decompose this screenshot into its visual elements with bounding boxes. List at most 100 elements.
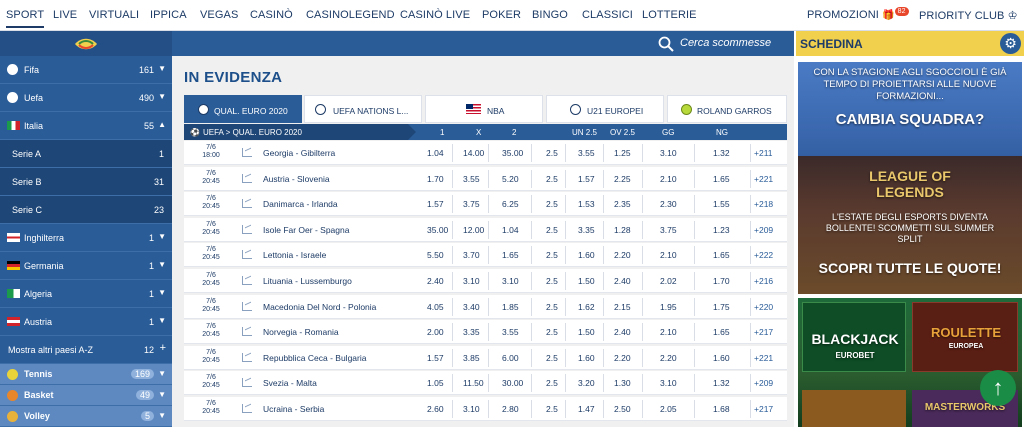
- more-markets[interactable]: +221: [754, 353, 773, 363]
- odd-over[interactable]: 2.40: [614, 276, 631, 286]
- odd-over[interactable]: 2.20: [614, 250, 631, 260]
- odd-under[interactable]: 1.60: [578, 353, 595, 363]
- sidebar-item-serie-c[interactable]: Serie C 23: [0, 196, 172, 224]
- sidebar-item-uefa[interactable]: Uefa 490 ▼: [0, 84, 172, 112]
- nav-casino-live[interactable]: CASINÒ LIVE: [400, 9, 470, 21]
- match-name[interactable]: Danimarca - Irlanda: [263, 199, 338, 209]
- schedina-header[interactable]: SCHEDINA ⚙: [796, 31, 1024, 56]
- sidebar-item-fifa[interactable]: Fifa 161 ▼: [0, 56, 172, 84]
- stats-icon[interactable]: [242, 173, 252, 183]
- more-markets[interactable]: +209: [754, 225, 773, 235]
- odd-2[interactable]: 1.85: [502, 302, 519, 312]
- nav-casinolegend[interactable]: CASINOLEGEND: [306, 9, 395, 21]
- match-name[interactable]: Isole Far Oer - Spagna: [263, 225, 349, 235]
- odd-2[interactable]: 3.55: [502, 327, 519, 337]
- more-markets[interactable]: +221: [754, 174, 773, 184]
- sidebar-item-italia[interactable]: Italia 55 ▲: [0, 112, 172, 140]
- banner-league-of-legends[interactable]: LEAGUE OF LEGENDS L'ESTATE DEGLI ESPORTS…: [798, 156, 1022, 294]
- odd-1[interactable]: 35.00: [427, 225, 448, 235]
- nav-promozioni[interactable]: PROMOZIONI 🎁 82: [807, 7, 909, 21]
- stats-icon[interactable]: [242, 378, 252, 388]
- odd-ng[interactable]: 1.65: [713, 174, 730, 184]
- odd-x[interactable]: 11.50: [463, 378, 484, 388]
- odd-ng[interactable]: 1.75: [713, 302, 730, 312]
- more-markets[interactable]: +217: [754, 404, 773, 414]
- odd-1[interactable]: 1.70: [427, 174, 444, 184]
- odd-gg[interactable]: 3.75: [660, 225, 677, 235]
- sidebar-item-inghilterra[interactable]: Inghilterra 1 ▼: [0, 224, 172, 252]
- odd-x[interactable]: 3.85: [463, 353, 480, 363]
- more-markets[interactable]: +222: [754, 250, 773, 260]
- nav-vegas[interactable]: VEGAS: [200, 9, 238, 21]
- odd-1[interactable]: 2.40: [427, 276, 444, 286]
- odd-gg[interactable]: 3.10: [660, 148, 677, 158]
- odd-2[interactable]: 1.65: [502, 250, 519, 260]
- odd-under[interactable]: 3.35: [578, 225, 595, 235]
- odd-1[interactable]: 2.00: [427, 327, 444, 337]
- odd-1[interactable]: 1.04: [427, 148, 444, 158]
- sidebar-item-serie-a[interactable]: Serie A 1: [0, 140, 172, 168]
- tab-u21-europei[interactable]: U21 EUROPEI: [546, 95, 664, 123]
- odd-under[interactable]: 1.57: [578, 174, 595, 184]
- odd-over[interactable]: 2.20: [614, 353, 631, 363]
- nav-classici[interactable]: CLASSICI: [582, 9, 633, 21]
- odd-under[interactable]: 1.47: [578, 404, 595, 414]
- odd-gg[interactable]: 2.02: [660, 276, 677, 286]
- odd-over[interactable]: 1.30: [614, 378, 631, 388]
- odd-x[interactable]: 14.00: [463, 148, 484, 158]
- nav-lotterie[interactable]: LOTTERIE: [642, 9, 697, 21]
- stats-icon[interactable]: [242, 352, 252, 362]
- nav-poker[interactable]: POKER: [482, 9, 521, 21]
- nav-live[interactable]: LIVE: [53, 9, 77, 21]
- odd-ng[interactable]: 1.55: [713, 199, 730, 209]
- scroll-to-top-button[interactable]: ↑: [980, 370, 1016, 406]
- nav-priority-club[interactable]: PRIORITY CLUB ♔: [919, 9, 1018, 22]
- search-icon[interactable]: [658, 36, 674, 52]
- odd-over[interactable]: 2.35: [614, 199, 631, 209]
- tab-nba[interactable]: NBA: [425, 95, 543, 123]
- odd-x[interactable]: 3.75: [463, 199, 480, 209]
- odd-gg[interactable]: 2.10: [660, 327, 677, 337]
- odd-under[interactable]: 3.55: [578, 148, 595, 158]
- tab-uefa-nations-league[interactable]: UEFA NATIONS L...: [304, 95, 422, 123]
- odd-ng[interactable]: 1.65: [713, 250, 730, 260]
- stats-icon[interactable]: [242, 327, 252, 337]
- nav-sport[interactable]: SPORT: [6, 9, 45, 28]
- nav-ippica[interactable]: IPPICA: [150, 9, 187, 21]
- odd-gg[interactable]: 2.05: [660, 404, 677, 414]
- stats-icon[interactable]: [242, 224, 252, 234]
- gear-icon[interactable]: ⚙: [1000, 33, 1021, 54]
- match-name[interactable]: Lettonia - Israele: [263, 250, 326, 260]
- odd-1[interactable]: 4.05: [427, 302, 444, 312]
- stats-icon[interactable]: [242, 250, 252, 260]
- sidebar-item-basket[interactable]: Basket 49 ▼: [0, 385, 172, 406]
- odd-over[interactable]: 2.15: [614, 302, 631, 312]
- odd-gg[interactable]: 2.10: [660, 174, 677, 184]
- more-markets[interactable]: +211: [754, 148, 773, 158]
- odd-ng[interactable]: 1.70: [713, 276, 730, 286]
- odd-ng[interactable]: 1.65: [713, 327, 730, 337]
- match-name[interactable]: Norvegia - Romania: [263, 327, 339, 337]
- odd-1[interactable]: 1.05: [427, 378, 444, 388]
- odd-under[interactable]: 1.53: [578, 199, 595, 209]
- odd-x[interactable]: 3.10: [463, 276, 480, 286]
- odd-x[interactable]: 3.55: [463, 174, 480, 184]
- search-bar[interactable]: Cerca scommesse: [172, 31, 794, 56]
- match-name[interactable]: Ucraina - Serbia: [263, 404, 324, 414]
- nav-bingo[interactable]: BINGO: [532, 9, 568, 21]
- more-markets[interactable]: +217: [754, 327, 773, 337]
- odd-over[interactable]: 2.50: [614, 404, 631, 414]
- stats-icon[interactable]: [242, 301, 252, 311]
- odd-x[interactable]: 3.35: [463, 327, 480, 337]
- odd-2[interactable]: 5.20: [502, 174, 519, 184]
- odd-under[interactable]: 1.50: [578, 327, 595, 337]
- more-markets[interactable]: +220: [754, 302, 773, 312]
- banner-casino-games[interactable]: BLACKJACK EUROBET ROULETTE EUROPEA MASTE…: [798, 298, 1022, 427]
- sidebar-item-germania[interactable]: Germania 1 ▼: [0, 252, 172, 280]
- odd-2[interactable]: 30.00: [502, 378, 523, 388]
- odd-ng[interactable]: 1.60: [713, 353, 730, 363]
- nav-virtuali[interactable]: VIRTUALI: [89, 9, 139, 21]
- odd-under[interactable]: 3.20: [578, 378, 595, 388]
- odd-ng[interactable]: 1.23: [713, 225, 730, 235]
- sidebar-item-serie-b[interactable]: Serie B 31: [0, 168, 172, 196]
